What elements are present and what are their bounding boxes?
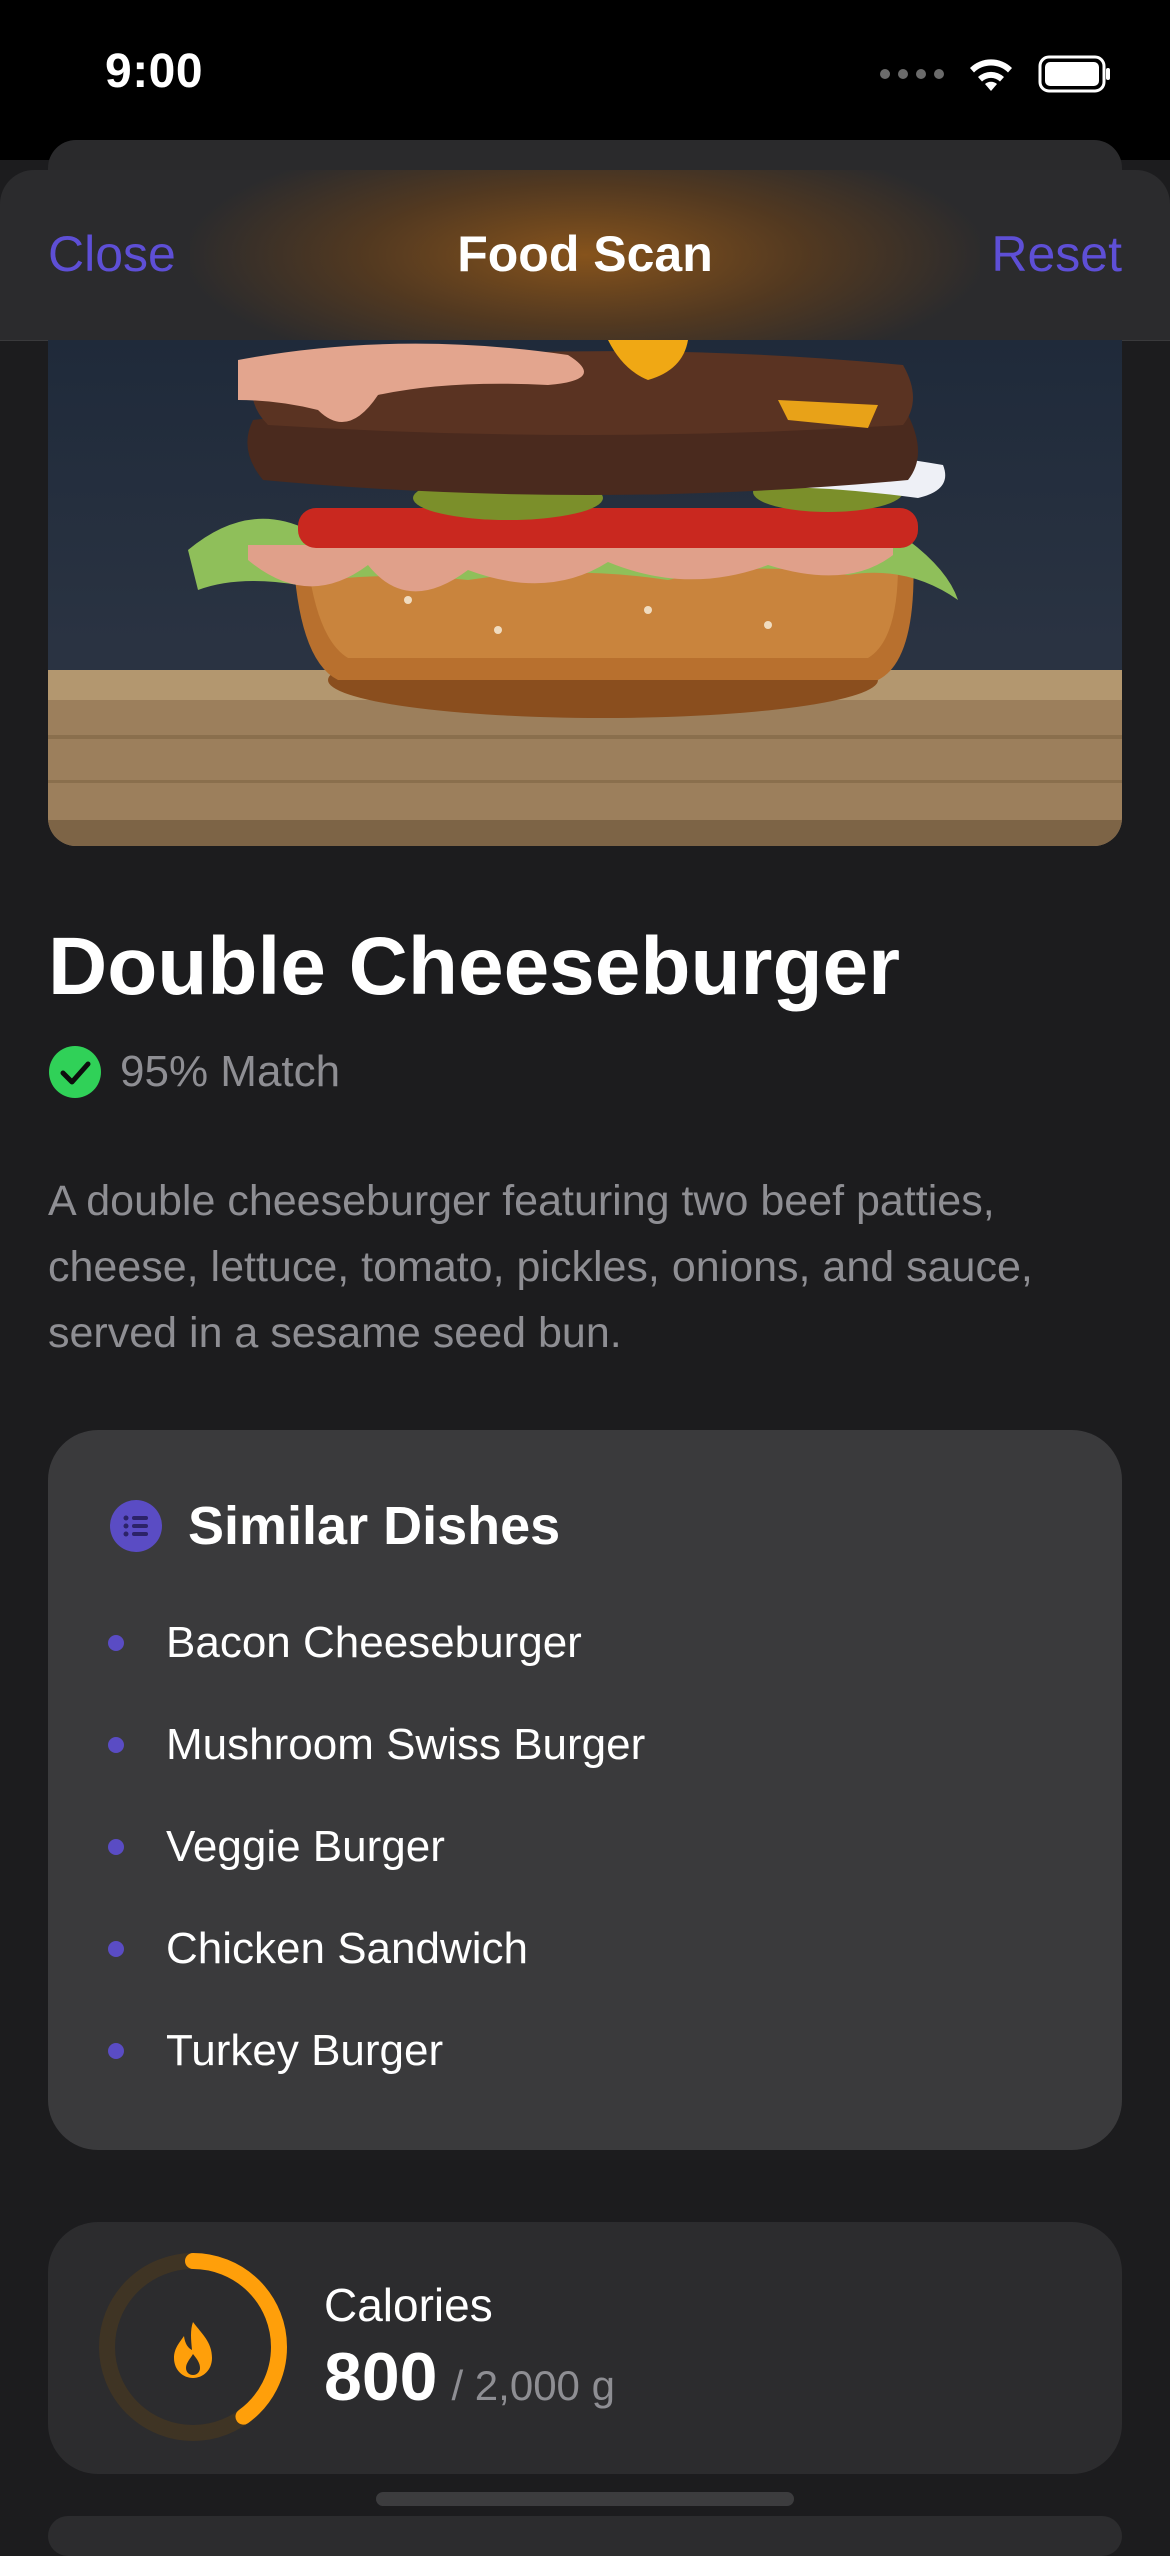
calories-card: Calories 800 / 2,000 g xyxy=(48,2222,1122,2474)
list-icon xyxy=(110,1500,162,1552)
cellular-signal-icon xyxy=(880,69,944,79)
navigation-bar: Close Food Scan Reset xyxy=(0,170,1170,341)
calories-progress-ring xyxy=(99,2253,287,2441)
home-indicator[interactable] xyxy=(376,2492,794,2506)
list-item-label: Mushroom Swiss Burger xyxy=(166,1720,646,1769)
status-bar: 9:00 xyxy=(0,0,1170,160)
match-text: 95% Match xyxy=(120,1047,341,1096)
calories-goal: / 2,000 g xyxy=(451,2362,615,2409)
calories-value: 800 xyxy=(324,2339,438,2415)
list-item-label: Chicken Sandwich xyxy=(166,1924,528,1973)
list-item: Turkey Burger xyxy=(108,2000,645,2102)
list-item-label: Bacon Cheeseburger xyxy=(166,1618,582,1667)
list-item: Veggie Burger xyxy=(108,1796,645,1898)
wifi-icon xyxy=(970,59,1012,91)
battery-icon xyxy=(1038,55,1110,93)
dish-description: A double cheeseburger featuring two beef… xyxy=(48,1177,1033,1357)
calories-label: Calories xyxy=(324,2279,493,2331)
similar-dishes-header: Similar Dishes xyxy=(110,1495,560,1557)
list-item: Mushroom Swiss Burger xyxy=(108,1694,645,1796)
status-icons xyxy=(880,52,1112,96)
match-indicator: 95% Match xyxy=(48,1045,340,1099)
dish-name: Double Cheeseburger xyxy=(48,921,901,1012)
status-time: 9:00 xyxy=(105,45,204,98)
bullet-icon xyxy=(108,1839,124,1855)
list-item: Chicken Sandwich xyxy=(108,1898,645,2000)
list-item: Bacon Cheeseburger xyxy=(108,1592,645,1694)
list-item-label: Turkey Burger xyxy=(166,2026,444,2075)
checkmark-circle-icon xyxy=(49,1046,101,1098)
next-card xyxy=(48,2516,1122,2556)
bullet-icon xyxy=(108,1737,124,1753)
list-item-label: Veggie Burger xyxy=(166,1822,445,1871)
bullet-icon xyxy=(108,1635,124,1651)
bullet-icon xyxy=(108,1941,124,1957)
bullet-icon xyxy=(108,2043,124,2059)
food-photo xyxy=(48,340,1122,846)
similar-dishes-card: Similar Dishes Bacon Cheeseburger Mushro… xyxy=(48,1430,1122,2150)
flame-icon xyxy=(174,2322,212,2378)
similar-dishes-list: Bacon Cheeseburger Mushroom Swiss Burger… xyxy=(108,1592,645,2102)
similar-dishes-title: Similar Dishes xyxy=(188,1496,561,1556)
calories-value-row: 800 / 2,000 g xyxy=(324,2338,615,2416)
reset-button[interactable]: Reset xyxy=(991,225,1122,283)
